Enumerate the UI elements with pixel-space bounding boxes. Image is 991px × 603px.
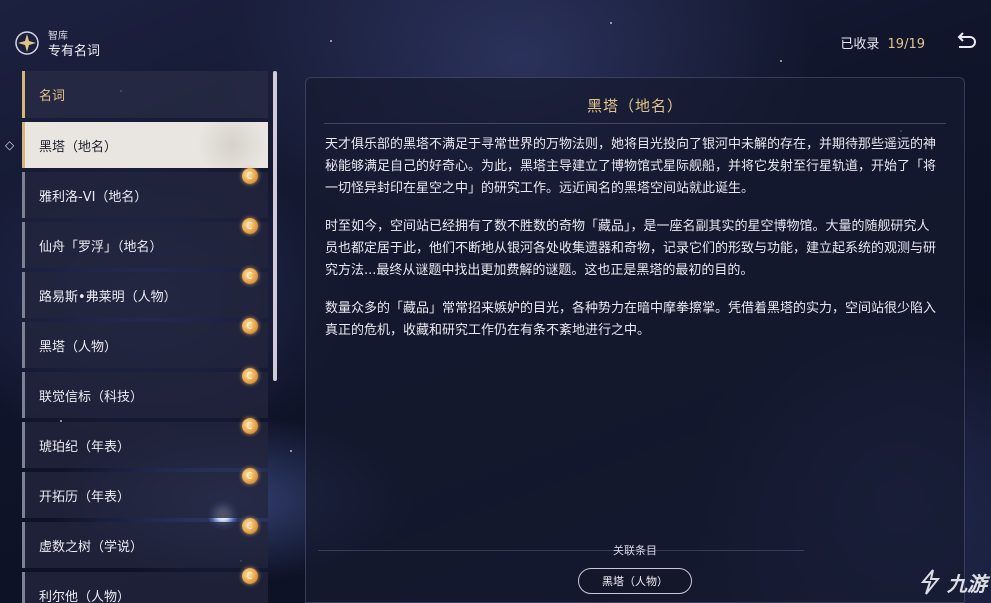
list-item-selected[interactable]: 黑塔（地名） xyxy=(22,122,268,168)
new-entry-badge-icon xyxy=(242,218,258,234)
list-item-label: 虚数之树（学说） xyxy=(39,539,144,555)
new-entry-badge-icon xyxy=(242,418,258,434)
list-item[interactable]: 雅利洛-VI（地名） xyxy=(22,168,268,218)
list-item[interactable]: 黑塔（人物） xyxy=(22,318,268,368)
new-entry-badge-icon xyxy=(242,468,258,484)
list-item-label: 黑塔（人物） xyxy=(39,339,118,355)
list-header: 名词 xyxy=(22,71,268,118)
detail-panel: 黑塔（地名） 天才俱乐部的黑塔不满足于寻常世界的万物法则，她将目光投向了银河中未… xyxy=(305,77,965,603)
return-arrow-icon[interactable] xyxy=(955,29,979,51)
list-item-label: 仙舟「罗浮」（地名） xyxy=(39,239,163,255)
selection-diamond-icon: ◇ xyxy=(5,138,15,152)
collection-label: 已收录 xyxy=(840,37,880,52)
new-entry-badge-icon xyxy=(242,168,258,184)
list-item-label: 黑塔（地名） xyxy=(39,139,118,155)
title-divider xyxy=(324,123,946,124)
list-item[interactable]: 琥珀纪（年表） xyxy=(22,418,268,468)
list-item[interactable]: 开拓历（年表） xyxy=(22,468,268,518)
list-item-label: 利尔他（人物） xyxy=(39,589,131,603)
page-title: 专有名词 xyxy=(48,44,101,59)
new-entry-badge-icon xyxy=(242,318,258,334)
list-scrollbar[interactable] xyxy=(273,71,277,381)
list-item-label: 开拓历（年表） xyxy=(39,489,131,505)
new-entry-badge-icon xyxy=(242,368,258,384)
list-item[interactable]: 路易斯•弗莱明（人物） xyxy=(22,268,268,318)
list-item-label: 联觉信标（科技） xyxy=(39,389,144,405)
list-item-label: 路易斯•弗莱明（人物） xyxy=(39,289,177,305)
related-entry-button[interactable]: 黑塔（人物） xyxy=(578,568,692,594)
archive-star-icon xyxy=(15,31,39,55)
list-item-label: 雅利洛-VI（地名） xyxy=(39,189,148,205)
detail-content: 天才俱乐部的黑塔不满足于寻常世界的万物法则，她将目光投向了银河中未解的存在，并期… xyxy=(325,134,941,358)
watermark-text: 九游 xyxy=(947,571,987,596)
new-entry-badge-icon xyxy=(242,568,258,584)
new-entry-badge-icon xyxy=(242,518,258,534)
list-item[interactable]: 虚数之树（学说） xyxy=(22,518,268,568)
collection-progress: 已收录 19/19 xyxy=(840,33,925,52)
term-list: 名词 黑塔（地名） 雅利洛-VI（地名） 仙舟「罗浮」（地名） 路易斯•弗莱明（… xyxy=(22,71,268,603)
detail-paragraph: 数量众多的「藏品」常常招来嫉妒的目光，各种势力在暗中摩拳擦掌。凭借着黑塔的实力，… xyxy=(325,301,937,338)
detail-paragraph: 天才俱乐部的黑塔不满足于寻常世界的万物法则，她将目光投向了银河中未解的存在，并期… xyxy=(325,137,937,196)
list-item[interactable]: 联觉信标（科技） xyxy=(22,368,268,418)
list-item-label: 琥珀纪（年表） xyxy=(39,439,131,455)
list-item[interactable]: 仙舟「罗浮」（地名） xyxy=(22,218,268,268)
detail-title: 黑塔（地名） xyxy=(586,97,683,115)
watermark: 九游 xyxy=(917,566,987,598)
detail-paragraph: 时至如今，空间站已经拥有了数不胜数的奇物「藏品」，是一座名副其实的星空博物馆。大… xyxy=(325,219,937,278)
list-item[interactable]: 利尔他（人物） xyxy=(22,568,268,603)
related-entries-label: 关联条目 xyxy=(613,544,657,557)
new-entry-badge-icon xyxy=(242,268,258,284)
collection-count: 19/19 xyxy=(887,37,925,52)
watermark-logo-icon xyxy=(920,569,941,595)
